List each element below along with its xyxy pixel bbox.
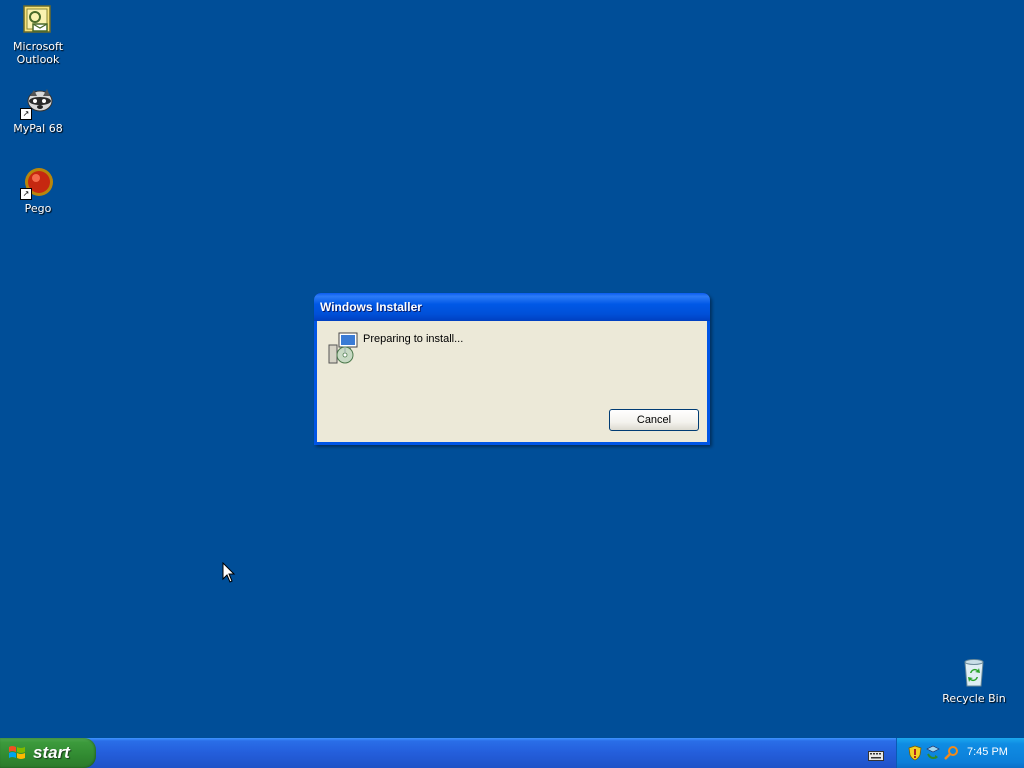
desktop-icon-pego[interactable]: ↗ Pego (0, 166, 76, 215)
mouse-cursor-icon (222, 561, 236, 588)
installer-icon (327, 331, 361, 365)
shortcut-arrow-icon: ↗ (20, 108, 32, 120)
keyboard-icon[interactable] (868, 747, 884, 761)
installer-dialog: Windows Installer Preparing to install..… (314, 293, 710, 445)
dialog-body: Preparing to install... Cancel (317, 321, 707, 442)
recycle-bin-icon (958, 656, 990, 688)
system-tray: 7:45 PM (896, 738, 1024, 768)
mypal-icon: ↗ (20, 86, 54, 120)
network-icon[interactable] (925, 745, 941, 761)
security-shield-icon[interactable] (907, 745, 923, 761)
desktop: Microsoft Outlook ↗ MyPal 68 ↗ Pego Recy… (0, 0, 1024, 738)
dialog-message: Preparing to install... (363, 333, 464, 345)
desktop-icon-outlook[interactable]: Microsoft Outlook (0, 4, 76, 66)
desktop-icon-label: Microsoft Outlook (12, 40, 64, 66)
dialog-title: Windows Installer (320, 300, 422, 314)
start-button[interactable]: start (0, 738, 96, 768)
windows-flag-icon (8, 744, 26, 762)
dialog-frame (314, 442, 710, 445)
dialog-titlebar[interactable]: Windows Installer (314, 293, 710, 321)
desktop-icon-label: MyPal 68 (13, 122, 63, 135)
clock[interactable]: 7:45 PM (967, 746, 1008, 758)
taskbar: start 7:45 PM (0, 738, 1024, 768)
dialog-frame (707, 321, 710, 445)
cancel-button[interactable]: Cancel (609, 409, 699, 431)
shortcut-arrow-icon: ↗ (20, 188, 32, 200)
desktop-icon-recycle-bin[interactable]: Recycle Bin (936, 656, 1012, 705)
pego-icon: ↗ (20, 166, 54, 200)
outlook-icon (22, 4, 54, 36)
start-label: start (33, 743, 70, 762)
desktop-icon-mypal[interactable]: ↗ MyPal 68 (0, 86, 76, 135)
search-icon[interactable] (943, 745, 959, 761)
desktop-icon-label: Pego (24, 202, 52, 215)
desktop-icon-label: Recycle Bin (942, 692, 1006, 705)
